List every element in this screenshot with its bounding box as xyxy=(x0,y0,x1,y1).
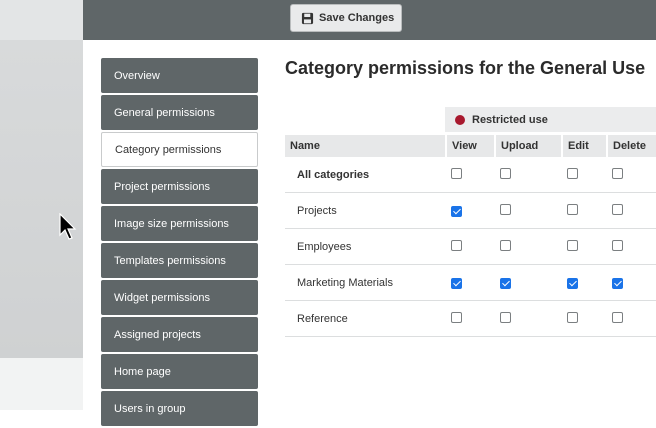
delete-cell xyxy=(606,203,656,218)
upload-cell xyxy=(494,167,561,182)
category-name: Projects xyxy=(297,204,337,217)
edit-checkbox[interactable] xyxy=(567,311,578,323)
legend-label: Restricted use xyxy=(472,113,548,126)
edit-checkbox[interactable] xyxy=(567,167,578,179)
delete-checkbox[interactable] xyxy=(612,239,623,251)
sidebar-item-category-permissions[interactable]: Category permissions xyxy=(101,132,258,167)
table-row: Employees xyxy=(285,229,656,265)
delete-cell xyxy=(606,167,656,182)
background-strip-top xyxy=(0,0,83,40)
delete-cell xyxy=(606,311,656,326)
upload-checkbox[interactable] xyxy=(500,167,511,179)
table-header-row: Name View Upload Edit Delete xyxy=(285,135,656,157)
view-checkbox[interactable] xyxy=(451,311,462,323)
view-checkbox[interactable] xyxy=(451,167,462,179)
table-body: All categories Projects Employees Marketing… xyxy=(285,157,656,337)
header-view: View xyxy=(445,135,494,157)
sidebar-item-overview[interactable]: Overview xyxy=(101,58,258,93)
edit-cell xyxy=(561,277,606,289)
upload-checkbox[interactable] xyxy=(500,239,511,251)
edit-checkbox[interactable] xyxy=(567,277,578,289)
save-changes-button[interactable]: Save Changes xyxy=(290,4,402,32)
header-edit: Edit xyxy=(561,135,606,157)
category-name: Marketing Materials xyxy=(297,276,393,289)
sidebar-item-project-permissions[interactable]: Project permissions xyxy=(101,169,258,204)
category-name: Reference xyxy=(297,312,348,325)
view-cell xyxy=(445,311,494,326)
upload-checkbox[interactable] xyxy=(500,311,511,323)
edit-checkbox[interactable] xyxy=(567,239,578,251)
edit-cell xyxy=(561,311,606,326)
edit-cell xyxy=(561,167,606,182)
edit-cell xyxy=(561,203,606,218)
permissions-sidebar-nav: Overview General permissions Category perm… xyxy=(101,58,258,428)
sidebar-item-assigned-projects[interactable]: Assigned projects xyxy=(101,317,258,352)
category-name: All categories xyxy=(297,168,370,181)
header-upload: Upload xyxy=(494,135,561,157)
upload-cell xyxy=(494,239,561,254)
upload-cell xyxy=(494,203,561,218)
category-permissions-table: Name View Upload Edit Delete All categor… xyxy=(285,135,656,337)
view-cell xyxy=(445,277,494,289)
view-cell xyxy=(445,239,494,254)
mouse-pointer-icon xyxy=(59,213,77,240)
background-window-strip xyxy=(0,0,83,410)
header-delete: Delete xyxy=(606,135,656,157)
main-content: Overview General permissions Category perm… xyxy=(83,40,656,426)
restricted-dot-icon xyxy=(455,114,465,125)
sidebar-item-templates-permissions[interactable]: Templates permissions xyxy=(101,243,258,278)
sidebar-item-home-page[interactable]: Home page xyxy=(101,354,258,389)
edit-cell xyxy=(561,239,606,254)
table-row: All categories xyxy=(285,157,656,193)
sidebar-item-general-permissions[interactable]: General permissions xyxy=(101,95,258,130)
delete-cell xyxy=(606,277,656,289)
header-name: Name xyxy=(290,140,320,152)
delete-checkbox[interactable] xyxy=(612,311,623,323)
category-name: Employees xyxy=(297,240,352,253)
table-row: Reference xyxy=(285,301,656,337)
delete-checkbox[interactable] xyxy=(612,277,623,289)
view-checkbox[interactable] xyxy=(451,277,462,289)
view-cell xyxy=(445,167,494,182)
background-strip-panel xyxy=(0,40,83,358)
upload-cell xyxy=(494,311,561,326)
view-cell xyxy=(445,205,494,217)
upload-checkbox[interactable] xyxy=(500,277,511,289)
delete-checkbox[interactable] xyxy=(612,203,623,215)
save-button-label: Save Changes xyxy=(319,12,395,24)
top-toolbar: Save Changes xyxy=(83,0,656,40)
delete-checkbox[interactable] xyxy=(612,167,623,179)
edit-checkbox[interactable] xyxy=(567,203,578,215)
view-checkbox[interactable] xyxy=(451,239,462,251)
delete-cell xyxy=(606,239,656,254)
table-row: Marketing Materials xyxy=(285,265,656,301)
restricted-use-legend: Restricted use xyxy=(445,107,656,132)
floppy-disk-icon xyxy=(301,12,314,24)
page-title: Category permissions for the General Use xyxy=(285,58,646,78)
view-checkbox[interactable] xyxy=(451,205,462,217)
sidebar-item-widget-permissions[interactable]: Widget permissions xyxy=(101,280,258,315)
upload-cell xyxy=(494,277,561,289)
table-row: Projects xyxy=(285,193,656,229)
sidebar-item-image-size-permissions[interactable]: Image size permissions xyxy=(101,206,258,241)
upload-checkbox[interactable] xyxy=(500,203,511,215)
sidebar-item-users-in-group[interactable]: Users in group xyxy=(101,391,258,426)
background-strip-bottom xyxy=(0,358,83,410)
